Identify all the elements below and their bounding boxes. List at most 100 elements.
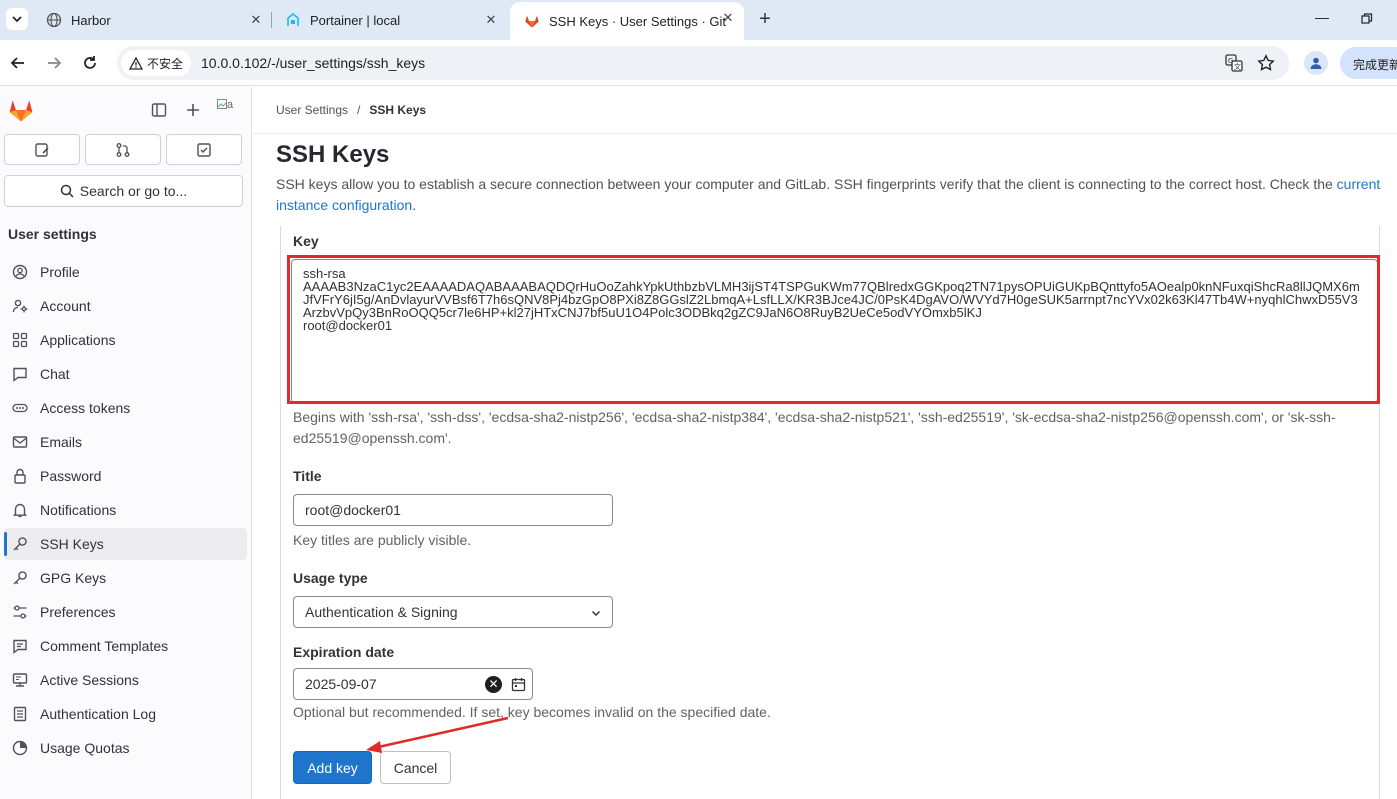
sidebar-item-access-tokens[interactable]: Access tokens — [4, 392, 247, 424]
expiration-date-input[interactable]: 2025-09-07 ✕ — [293, 668, 533, 700]
divider — [253, 133, 1397, 134]
add-key-button[interactable]: Add key — [293, 751, 372, 784]
close-icon[interactable]: ✕ — [720, 10, 736, 26]
sidebar-item-applications[interactable]: Applications — [4, 324, 247, 356]
tab-search-button[interactable] — [6, 8, 28, 30]
sidebar-item-preferences[interactable]: Preferences — [4, 596, 247, 628]
issues-icon — [35, 142, 49, 157]
breadcrumb: User Settings / SSH Keys — [276, 103, 426, 117]
broken-image-icon — [217, 99, 227, 109]
sidebar-item-label: Access tokens — [40, 400, 131, 416]
update-button[interactable]: 完成更新 — [1340, 47, 1397, 79]
search-icon — [60, 184, 74, 198]
breadcrumb-ssh-keys[interactable]: SSH Keys — [369, 103, 426, 117]
breadcrumb-separator: / — [357, 103, 361, 117]
sidebar-item-active-sessions[interactable]: Active Sessions — [4, 664, 247, 696]
bell-icon — [11, 501, 29, 519]
profile-button[interactable] — [1304, 51, 1328, 75]
sidebar-toggle-icon[interactable] — [150, 101, 168, 119]
description-text: SSH keys allow you to establish a secure… — [276, 176, 1337, 192]
sidebar-item-emails[interactable]: Emails — [4, 426, 247, 458]
gitlab-logo-icon[interactable] — [8, 97, 34, 123]
star-icon[interactable] — [1256, 53, 1276, 73]
search-button[interactable]: Search or go to... — [4, 175, 243, 207]
sidebar-item-profile[interactable]: Profile — [4, 256, 247, 288]
calendar-icon[interactable] — [511, 677, 526, 692]
security-chip[interactable]: 不安全 — [121, 50, 192, 76]
arrow-right-icon — [48, 57, 62, 69]
sidebar-item-gpg-keys[interactable]: GPG Keys — [4, 562, 247, 594]
restore-button[interactable] — [1355, 9, 1379, 31]
browser-tab-harbor[interactable]: Harbor ✕ — [32, 4, 272, 36]
browser-tab-strip: Harbor ✕ Portainer | local ✕ SSH Keys · … — [0, 0, 1397, 40]
browser-tab-portainer[interactable]: Portainer | local ✕ — [271, 4, 507, 36]
merge-requests-button[interactable] — [85, 134, 161, 165]
tab-title: Harbor — [71, 12, 111, 28]
expiration-date-value: 2025-09-07 — [305, 676, 377, 692]
address-bar[interactable]: 不安全 10.0.0.102/-/user_settings/ssh_keys … — [117, 46, 1289, 80]
token-icon — [11, 399, 29, 417]
log-icon — [11, 705, 29, 723]
clear-icon[interactable]: ✕ — [485, 676, 502, 693]
arrow-left-icon — [10, 57, 24, 69]
close-icon[interactable]: ✕ — [248, 12, 264, 28]
new-tab-button[interactable]: + — [754, 9, 776, 31]
breadcrumb-user-settings[interactable]: User Settings — [276, 103, 348, 117]
sidebar-item-password[interactable]: Password — [4, 460, 247, 492]
todo-button[interactable] — [166, 134, 242, 165]
key-icon — [11, 535, 29, 553]
sidebar-item-ssh-keys[interactable]: SSH Keys — [4, 528, 247, 560]
lock-icon — [11, 467, 29, 485]
sidebar-item-comment-templates[interactable]: Comment Templates — [4, 630, 247, 662]
sidebar: a Search or go to... User settings Profi… — [0, 87, 252, 799]
main-content: User Settings / SSH Keys SSH Keys SSH ke… — [253, 87, 1397, 799]
usage-type-select[interactable]: Authentication & Signing — [293, 596, 613, 628]
reload-button[interactable] — [78, 51, 102, 75]
preferences-icon — [11, 603, 29, 621]
url-text: 10.0.0.102/-/user_settings/ssh_keys — [201, 55, 426, 71]
description-end: . — [412, 197, 417, 213]
mail-icon — [11, 433, 29, 451]
sidebar-item-account[interactable]: Account — [4, 290, 247, 322]
page-title: SSH Keys — [276, 141, 390, 168]
title-label: Title — [293, 468, 322, 484]
browser-tab-gitlab[interactable]: SSH Keys · User Settings · Git ✕ — [510, 2, 744, 40]
sidebar-item-label: Profile — [40, 264, 80, 280]
translate-icon[interactable]: G文 — [1224, 53, 1244, 73]
issues-button[interactable] — [4, 134, 80, 165]
person-icon — [1310, 57, 1322, 69]
usage-type-value: Authentication & Signing — [305, 604, 458, 620]
key-textarea[interactable] — [291, 259, 1378, 403]
expiration-date-label: Expiration date — [293, 644, 395, 660]
applications-icon — [11, 331, 29, 349]
browser-toolbar: 不安全 10.0.0.102/-/user_settings/ssh_keys … — [0, 40, 1397, 86]
sidebar-item-usage-quotas[interactable]: Usage Quotas — [4, 732, 247, 764]
back-button[interactable] — [6, 51, 30, 75]
chat-icon — [11, 365, 29, 383]
sidebar-item-label: Notifications — [40, 502, 117, 518]
reload-icon — [84, 56, 96, 69]
sidebar-item-notifications[interactable]: Notifications — [4, 494, 247, 526]
search-label: Search or go to... — [79, 183, 188, 199]
merge-request-icon — [116, 142, 130, 157]
avatar[interactable]: a — [217, 99, 239, 121]
sidebar-item-label: Preferences — [40, 604, 116, 620]
sidebar-item-chat[interactable]: Chat — [4, 358, 247, 390]
cancel-button[interactable]: Cancel — [380, 751, 451, 784]
sidebar-item-label: Password — [40, 468, 102, 484]
forward-button[interactable] — [42, 51, 66, 75]
close-icon[interactable]: ✕ — [483, 12, 499, 28]
plus-icon[interactable] — [184, 101, 202, 119]
sidebar-item-authentication-log[interactable]: Authentication Log — [4, 698, 247, 730]
monitor-icon — [11, 671, 29, 689]
warning-icon — [129, 56, 143, 70]
title-input[interactable] — [293, 494, 613, 526]
key-label: Key — [293, 233, 319, 249]
key-icon — [11, 569, 29, 587]
sidebar-item-label: Comment Templates — [40, 638, 169, 654]
comment-icon — [11, 637, 29, 655]
usage-type-label: Usage type — [293, 570, 368, 586]
minimize-button[interactable]: — — [1310, 9, 1334, 31]
sidebar-heading: User settings — [8, 226, 97, 242]
security-label: 不安全 — [147, 56, 184, 71]
